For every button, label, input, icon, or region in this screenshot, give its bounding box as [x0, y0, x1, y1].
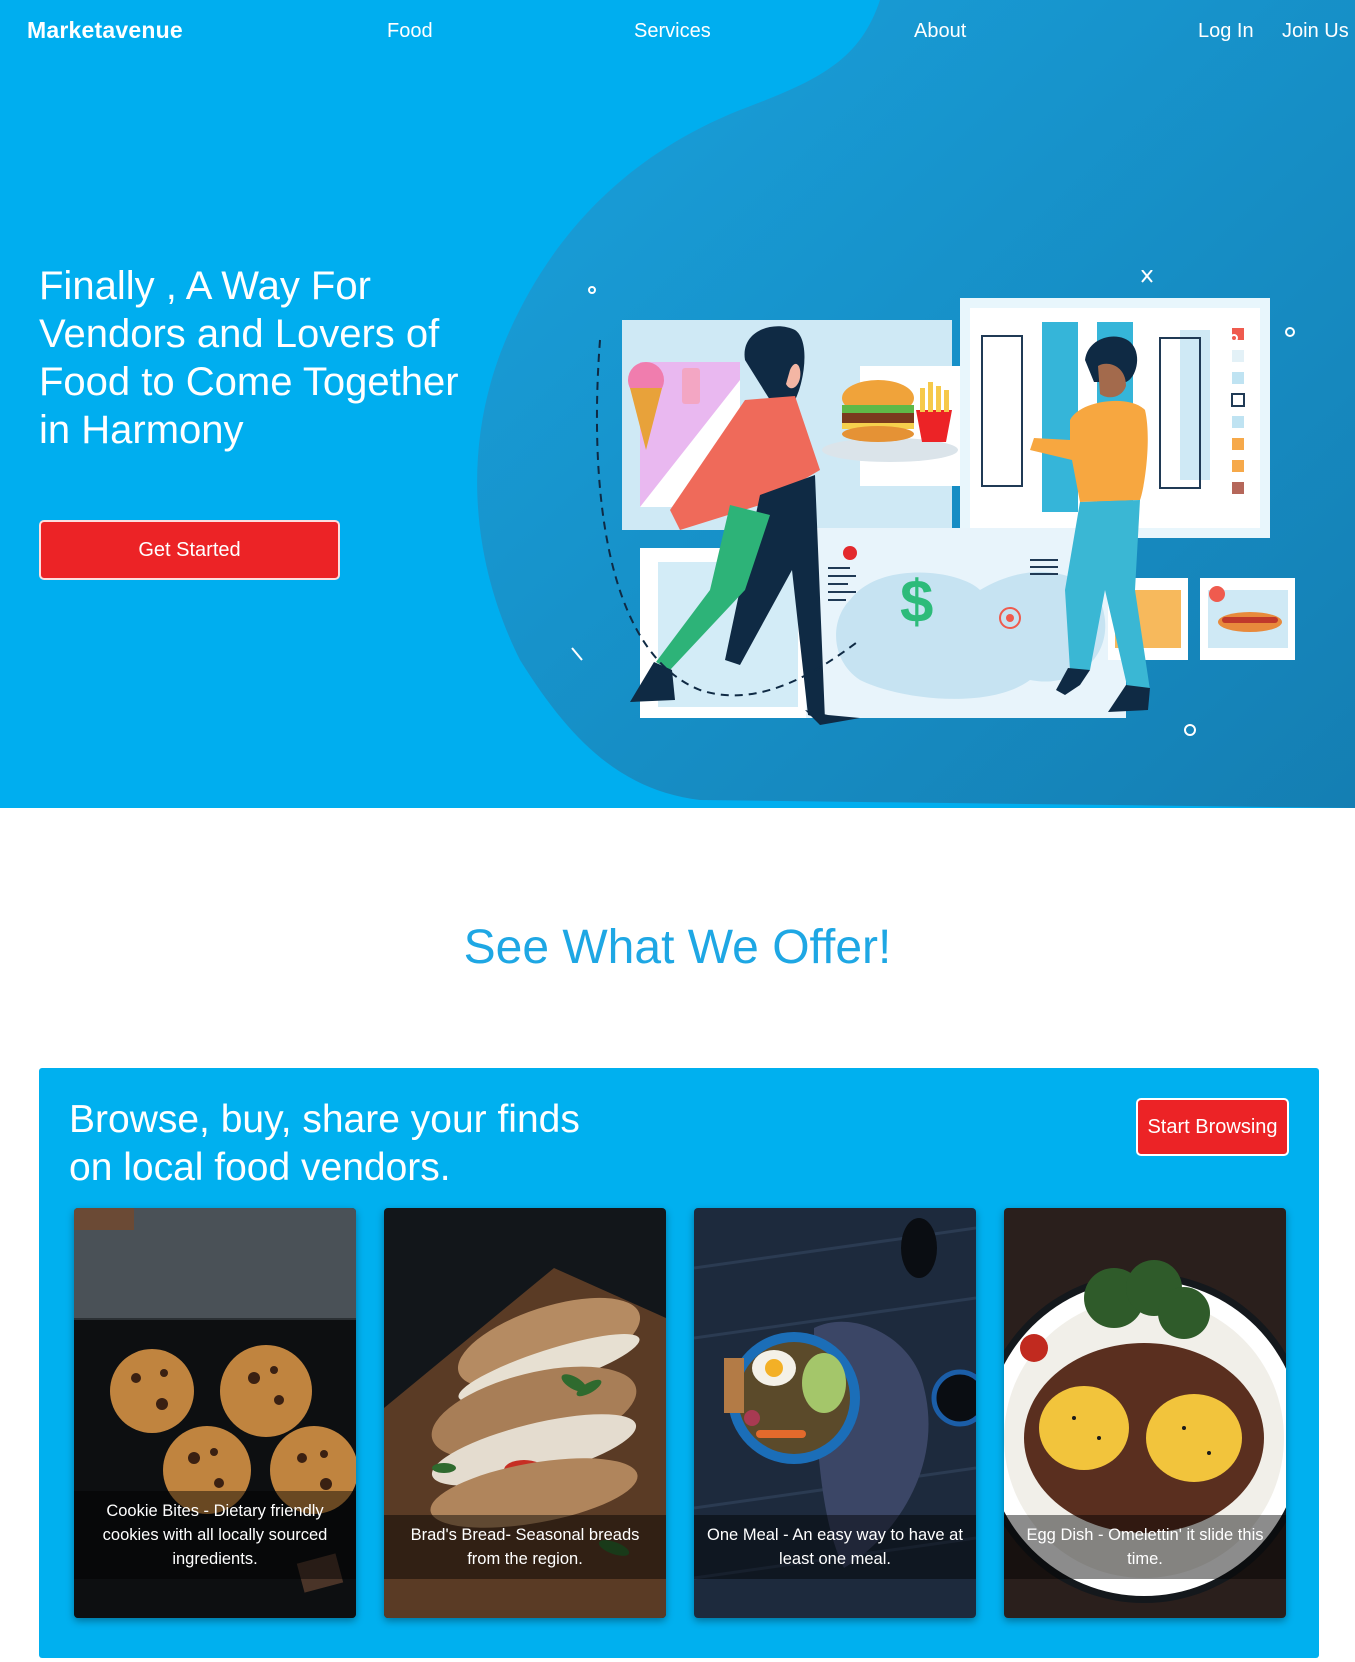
card-caption: Cookie Bites - Dietary friendly cookies … — [74, 1491, 356, 1579]
nav-link-food[interactable]: Food — [387, 20, 433, 43]
vendor-card-brads-bread[interactable]: Brad's Bread- Seasonal breads from the r… — [384, 1208, 666, 1618]
vendor-cards: Cookie Bites - Dietary friendly cookies … — [74, 1208, 1290, 1618]
vendor-card-cookie-bites[interactable]: Cookie Bites - Dietary friendly cookies … — [74, 1208, 356, 1618]
start-browsing-button[interactable]: Start Browsing — [1136, 1098, 1289, 1156]
browse-panel-heading: Browse, buy, share your finds on local f… — [69, 1098, 580, 1189]
card-caption: Brad's Bread- Seasonal breads from the r… — [384, 1515, 666, 1579]
card-caption: One Meal - An easy way to have at least … — [694, 1515, 976, 1579]
vendor-card-egg-dish[interactable]: Egg Dish - Omelettin' it slide this time… — [1004, 1208, 1286, 1618]
nav-link-join[interactable]: Join Us — [1282, 20, 1349, 43]
food-market-illustration-icon: $ — [571, 270, 1295, 736]
offer-section-title: See What We Offer! — [463, 921, 892, 974]
nav-link-about[interactable]: About — [914, 20, 966, 43]
brand-logo[interactable]: Marketavenue — [27, 17, 183, 44]
get-started-button[interactable]: Get Started — [39, 520, 340, 580]
nav-link-services[interactable]: Services — [634, 20, 711, 43]
browse-panel: Browse, buy, share your finds on local f… — [39, 1068, 1319, 1658]
hero-title: Finally , A Way For Vendors and Lovers o… — [39, 264, 459, 452]
hero-section: Marketavenue Food Services About Log In … — [0, 0, 1355, 808]
nav-link-login[interactable]: Log In — [1198, 20, 1254, 43]
vendor-card-one-meal[interactable]: One Meal - An easy way to have at least … — [694, 1208, 976, 1618]
card-caption: Egg Dish - Omelettin' it slide this time… — [1004, 1515, 1286, 1579]
top-nav: Marketavenue Food Services About Log In … — [0, 0, 1355, 64]
dollar-sign-icon: $ — [900, 568, 933, 635]
